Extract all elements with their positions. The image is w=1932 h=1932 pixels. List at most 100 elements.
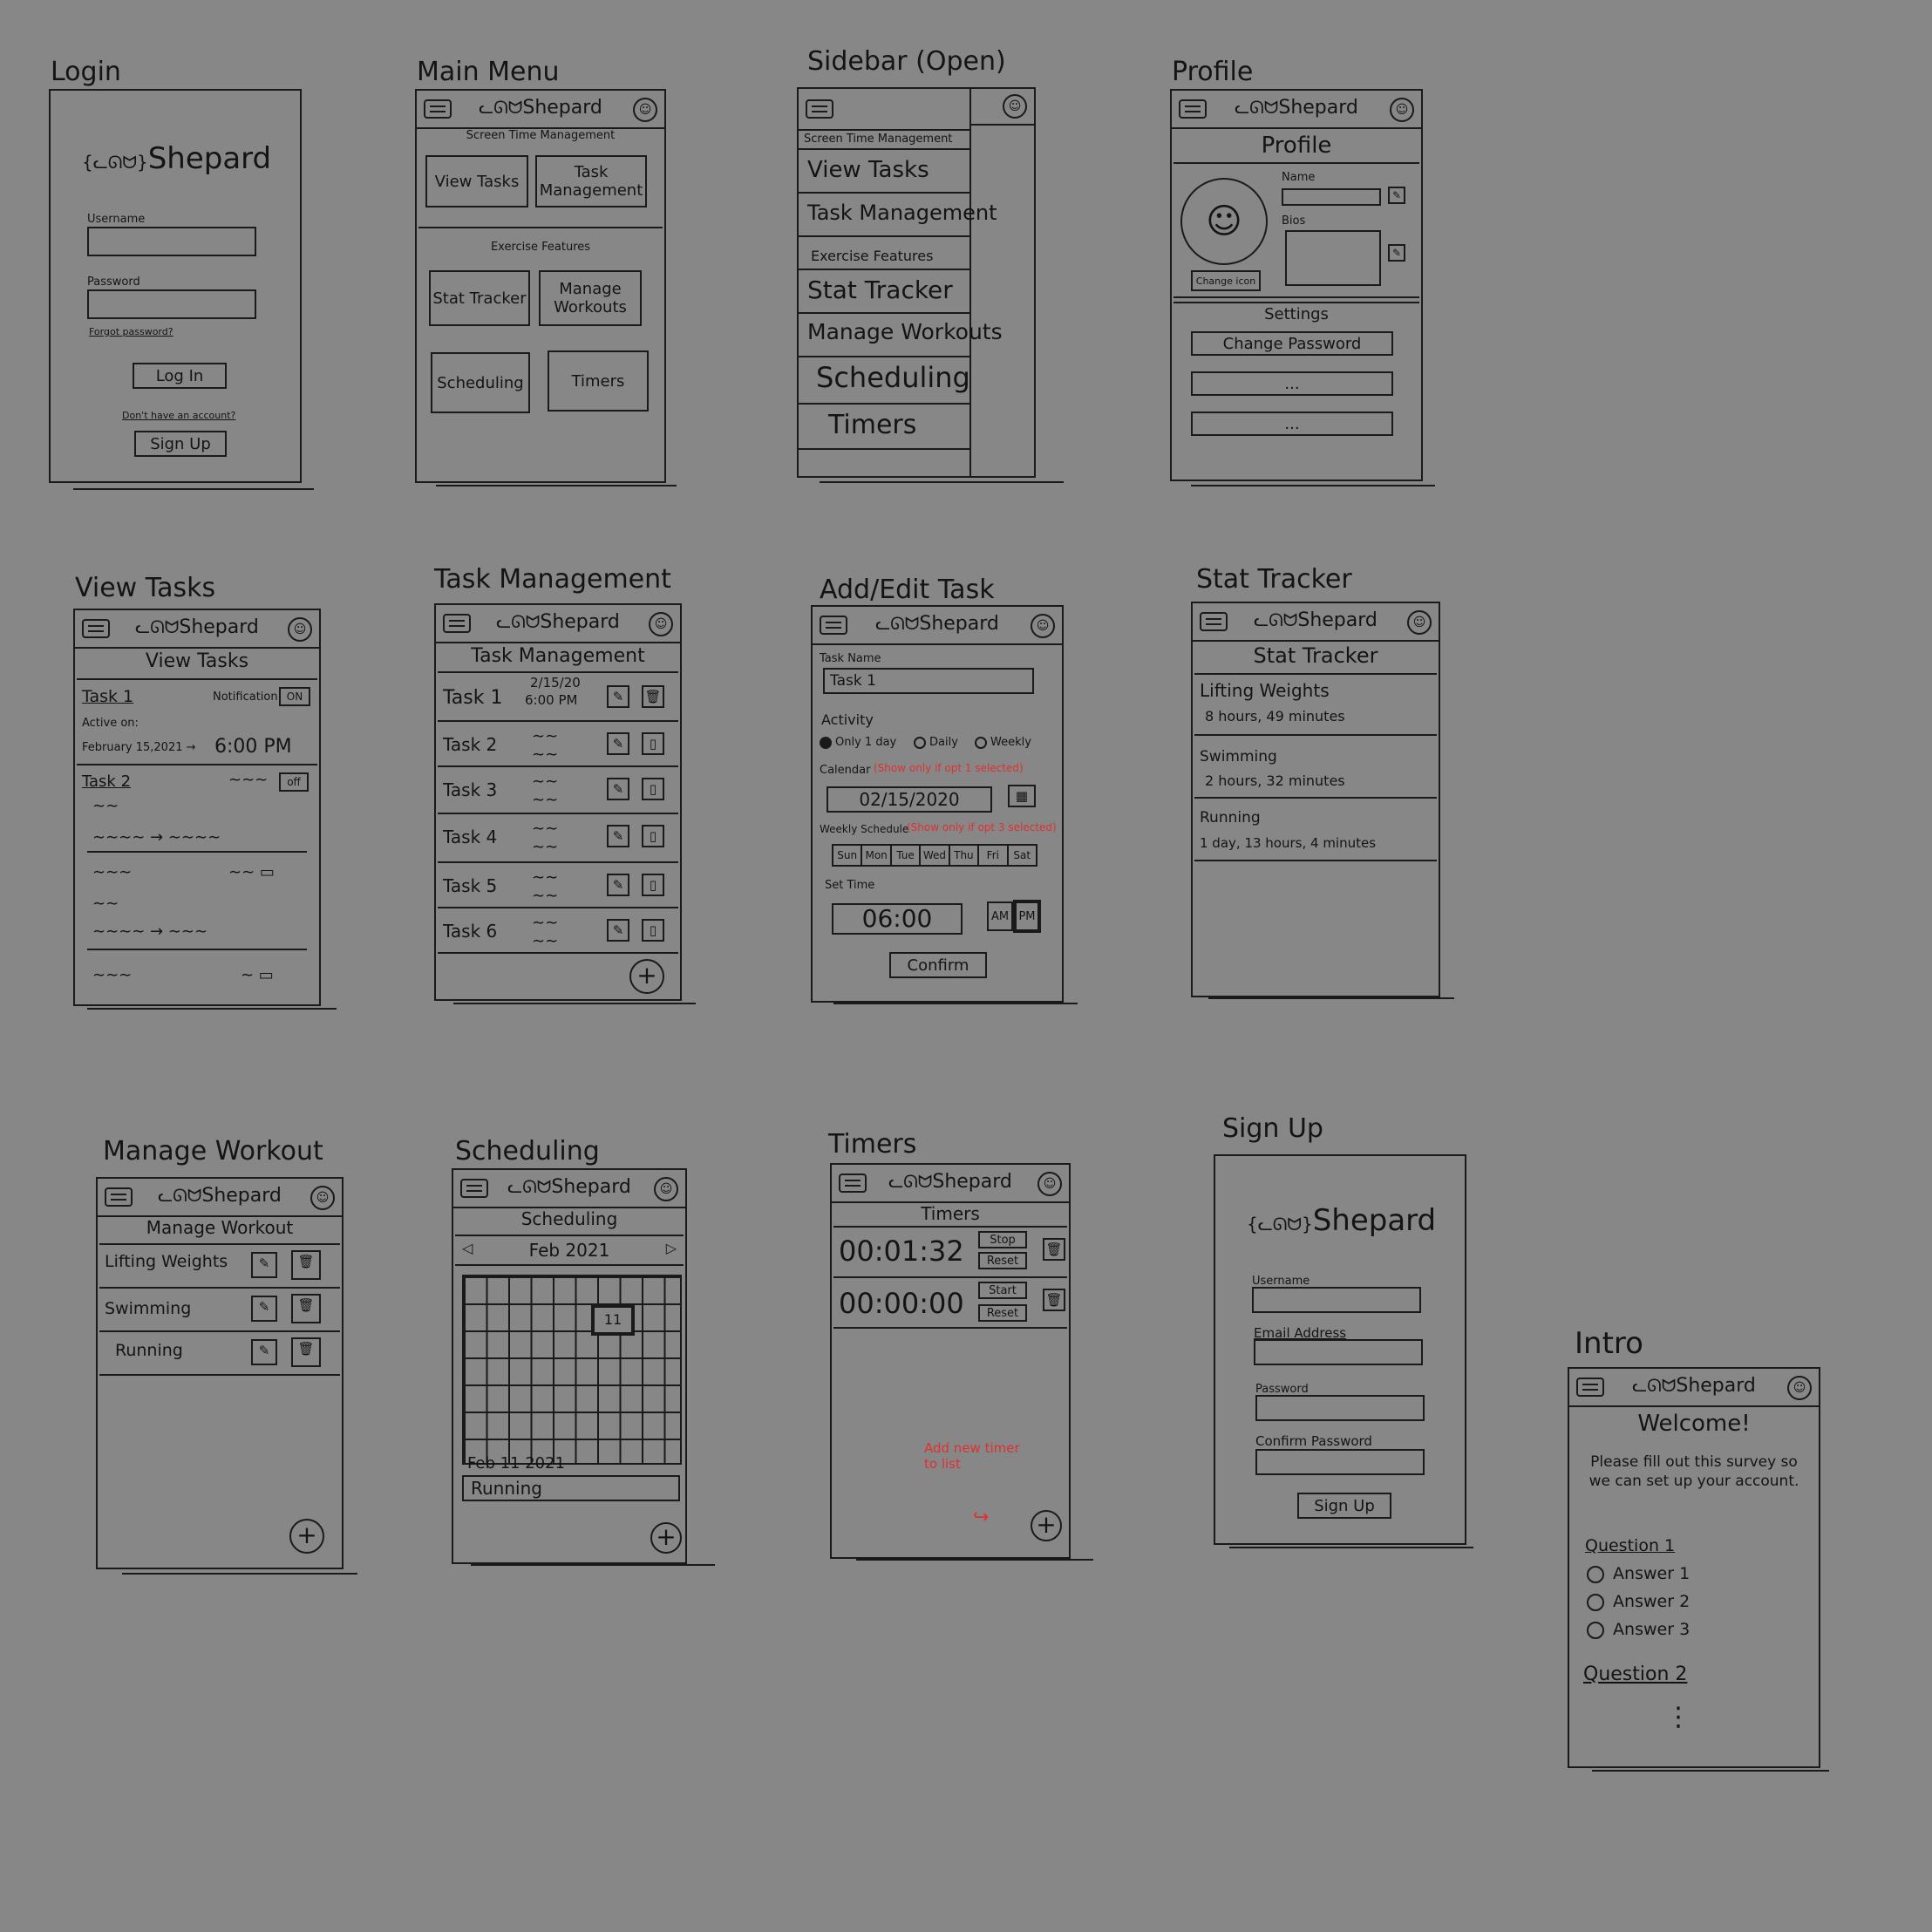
profile-icon[interactable]: ☺: [649, 612, 673, 636]
answer-option[interactable]: Answer 3: [1587, 1620, 1690, 1639]
profile-icon[interactable]: ☺: [633, 98, 657, 122]
login-button[interactable]: Log In: [133, 363, 227, 389]
profile-icon[interactable]: ☺: [1787, 1376, 1812, 1400]
activity-radio-daily[interactable]: Daily: [914, 736, 958, 749]
trash-icon[interactable]: ▯: [642, 874, 664, 896]
hamburger-menu-icon[interactable]: [1179, 99, 1207, 119]
hamburger-menu-icon[interactable]: [1576, 1378, 1604, 1397]
event-item[interactable]: Running: [462, 1475, 680, 1501]
day-mon[interactable]: Mon: [862, 846, 892, 865]
task-management-button[interactable]: Task Management: [535, 155, 647, 207]
edit-icon[interactable]: ✎: [607, 874, 629, 896]
sidebar-item-stat-tracker[interactable]: Stat Tracker: [807, 276, 953, 304]
password-input[interactable]: [1255, 1395, 1425, 1421]
calendar-icon[interactable]: ▦: [1008, 785, 1036, 807]
sidebar-item-view-tasks[interactable]: View Tasks: [807, 157, 929, 183]
edit-icon[interactable]: ✎: [251, 1296, 277, 1322]
profile-icon[interactable]: ☺: [288, 617, 312, 642]
edit-icon[interactable]: ✎: [607, 685, 629, 708]
stat-tracker-button[interactable]: Stat Tracker: [429, 270, 530, 326]
add-event-button[interactable]: +: [650, 1522, 682, 1554]
confirm-password-input[interactable]: [1255, 1449, 1425, 1475]
trash-icon[interactable]: 🗑: [642, 685, 664, 708]
calendar-grid[interactable]: [462, 1275, 682, 1465]
edit-icon[interactable]: ✎: [607, 825, 629, 847]
sidebar-item-task-management[interactable]: Task Management: [807, 201, 997, 225]
scheduling-button[interactable]: Scheduling: [431, 352, 530, 413]
bios-input[interactable]: [1285, 230, 1381, 286]
change-password-button[interactable]: Change Password: [1191, 331, 1393, 356]
day-fri[interactable]: Fri: [979, 846, 1009, 865]
username-input[interactable]: [87, 227, 256, 256]
sidebar-item-timers[interactable]: Timers: [828, 410, 916, 440]
edit-icon[interactable]: ✎: [251, 1339, 277, 1365]
edit-icon[interactable]: ✎: [1388, 244, 1405, 262]
profile-icon[interactable]: ☺: [1003, 94, 1027, 119]
trash-icon[interactable]: ▯: [642, 732, 664, 755]
hamburger-menu-icon[interactable]: [105, 1187, 133, 1207]
username-input[interactable]: [1252, 1287, 1421, 1313]
activity-radio-once[interactable]: Only 1 day: [820, 736, 896, 749]
answer-option[interactable]: Answer 1: [1587, 1564, 1690, 1583]
day-thu[interactable]: Thu: [950, 846, 980, 865]
forgot-password-link[interactable]: Forgot password?: [89, 326, 173, 337]
profile-icon[interactable]: ☺: [654, 1177, 678, 1201]
weekday-selector[interactable]: Sun Mon Tue Wed Thu Fri Sat: [832, 844, 1037, 867]
day-tue[interactable]: Tue: [892, 846, 922, 865]
trash-icon[interactable]: 🗑: [1043, 1238, 1065, 1261]
hamburger-menu-icon[interactable]: [1200, 612, 1228, 631]
hamburger-menu-icon[interactable]: [82, 619, 110, 638]
am-toggle[interactable]: AM: [987, 901, 1013, 931]
next-month-icon[interactable]: ▷: [666, 1240, 677, 1256]
pm-toggle[interactable]: PM: [1013, 900, 1041, 933]
add-task-button[interactable]: +: [629, 959, 664, 994]
selected-day[interactable]: 11: [591, 1304, 635, 1336]
view-tasks-button[interactable]: View Tasks: [425, 155, 528, 207]
notification-toggle[interactable]: ON: [279, 687, 310, 706]
change-icon-button[interactable]: Change icon: [1191, 270, 1261, 291]
settings-item-button[interactable]: ...: [1191, 371, 1393, 396]
hamburger-menu-icon[interactable]: [820, 616, 847, 635]
signup-button[interactable]: Sign Up: [1297, 1493, 1391, 1519]
email-input[interactable]: [1254, 1339, 1423, 1365]
edit-icon[interactable]: ✎: [251, 1252, 277, 1278]
password-input[interactable]: [87, 289, 256, 319]
hamburger-menu-icon[interactable]: [460, 1179, 488, 1198]
day-sun[interactable]: Sun: [833, 846, 863, 865]
trash-icon[interactable]: 🗑: [291, 1294, 321, 1323]
hamburger-menu-icon[interactable]: [424, 99, 452, 119]
confirm-button[interactable]: Confirm: [889, 952, 987, 978]
profile-icon[interactable]: ☺: [1037, 1172, 1062, 1196]
name-input[interactable]: [1282, 188, 1381, 206]
date-input[interactable]: 02/15/2020: [827, 786, 992, 813]
profile-icon[interactable]: ☺: [1031, 614, 1055, 638]
sidebar-item-scheduling[interactable]: Scheduling: [816, 361, 970, 394]
edit-icon[interactable]: ✎: [607, 732, 629, 755]
profile-icon[interactable]: ☺: [310, 1186, 335, 1210]
hamburger-menu-icon[interactable]: [839, 1173, 867, 1193]
settings-item-button[interactable]: ...: [1191, 412, 1393, 436]
manage-workouts-button[interactable]: Manage Workouts: [539, 270, 642, 326]
profile-icon[interactable]: ☺: [1407, 610, 1432, 635]
activity-radio-weekly[interactable]: Weekly: [975, 736, 1031, 749]
answer-option[interactable]: Answer 2: [1587, 1592, 1690, 1611]
timers-button[interactable]: Timers: [548, 350, 649, 412]
day-wed[interactable]: Wed: [921, 846, 950, 865]
time-input[interactable]: 06:00: [832, 903, 963, 935]
add-workout-button[interactable]: +: [289, 1519, 324, 1554]
hamburger-menu-icon[interactable]: [443, 614, 471, 633]
reset-button[interactable]: Reset: [978, 1252, 1027, 1269]
hamburger-menu-icon[interactable]: [806, 99, 833, 119]
signup-link-button[interactable]: Sign Up: [134, 431, 227, 457]
reset-button[interactable]: Reset: [978, 1304, 1027, 1322]
notification-toggle[interactable]: off: [279, 772, 309, 792]
stop-button[interactable]: Stop: [978, 1231, 1027, 1248]
day-sat[interactable]: Sat: [1009, 846, 1036, 865]
trash-icon[interactable]: 🗑: [1043, 1289, 1065, 1311]
sidebar-item-manage-workouts[interactable]: Manage Workouts: [807, 319, 1003, 344]
trash-icon[interactable]: 🗑: [291, 1337, 321, 1367]
edit-icon[interactable]: ✎: [1388, 187, 1405, 204]
trash-icon[interactable]: ▯: [642, 825, 664, 847]
trash-icon[interactable]: 🗑: [291, 1250, 321, 1280]
edit-icon[interactable]: ✎: [607, 778, 629, 800]
